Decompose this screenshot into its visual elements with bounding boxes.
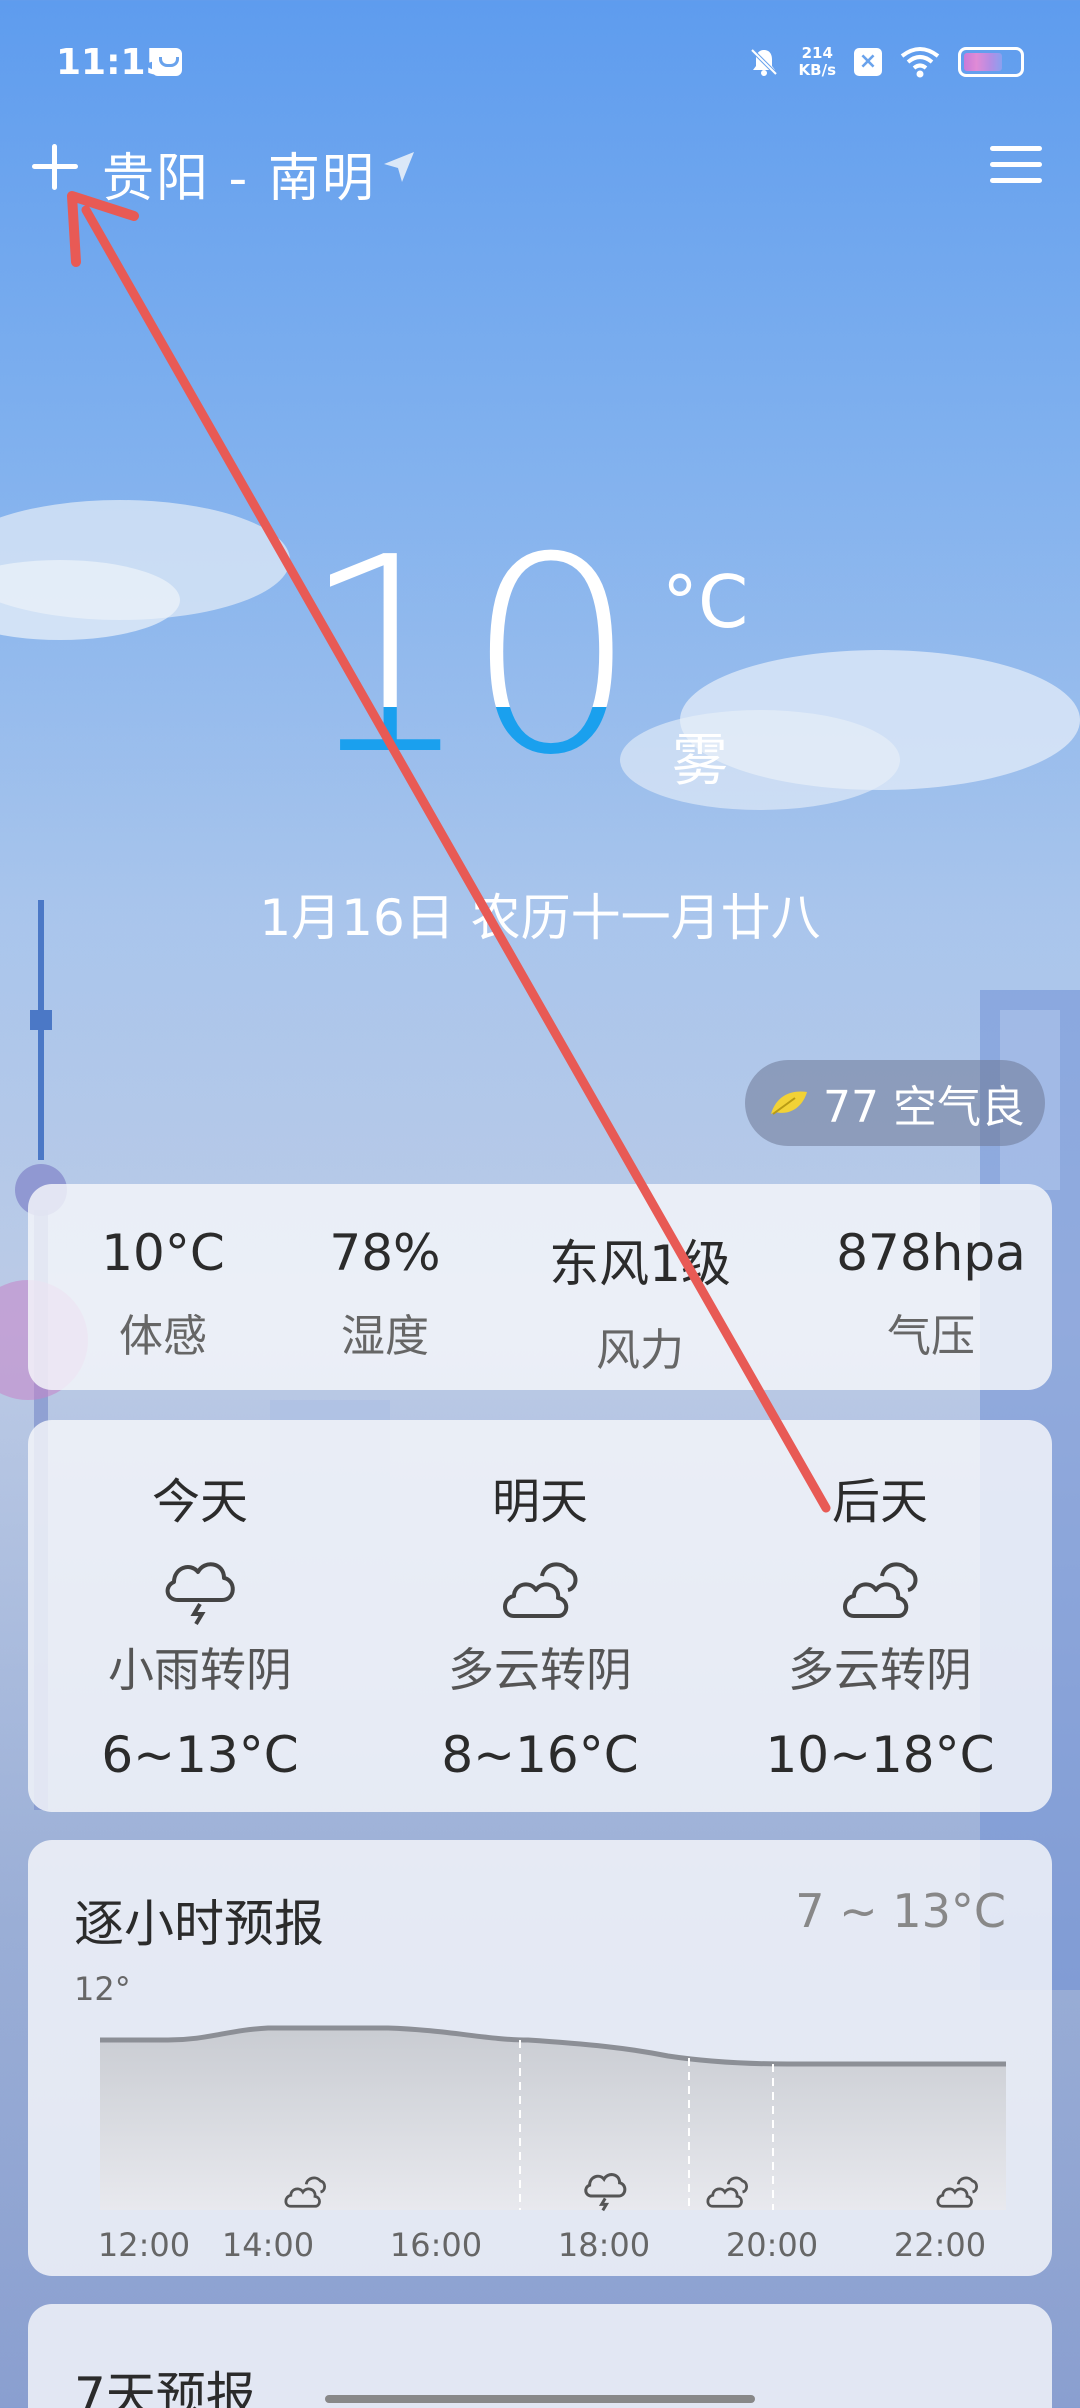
day-temp-range: 10~18°C <box>765 1726 995 1784</box>
stat-wind: 东风1级 风力 <box>515 1224 765 1378</box>
hourly-area <box>100 2028 1006 2210</box>
header: 贵阳 - 南明 <box>0 120 1080 230</box>
stat-pressure: 878hpa 气压 <box>806 1224 1056 1364</box>
hourly-temp-range: 7 ~ 13°C <box>795 1884 1006 1938</box>
seven-day-forecast-card[interactable]: 7天预报 <box>28 2304 1052 2408</box>
day-today[interactable]: 今天 小雨转阴 6~13°C <box>40 1462 360 1784</box>
hourly-title: 逐小时预报 <box>74 1895 324 1953</box>
date-lunar: 1月16日 农历十一月廿八 <box>259 889 821 947</box>
hour-label: 16:00 <box>390 2226 482 2260</box>
temperature-value: 10 <box>330 520 632 780</box>
stat-value: 东风1级 <box>549 1235 731 1293</box>
stat-feels-like: 10°C 体感 <box>38 1224 288 1364</box>
hour-label: 18:00 <box>558 2226 650 2260</box>
day-name: 明天 <box>491 1474 588 1530</box>
stat-humidity: 78% 湿度 <box>260 1224 510 1364</box>
leaf-icon <box>771 1091 807 1115</box>
hour-label: 14:00 <box>222 2226 314 2260</box>
wifi-icon <box>900 47 940 78</box>
three-day-forecast-card[interactable]: 今天 小雨转阴 6~13°C 明天 多云转阴 8~16°C 后天 多云转阴 10… <box>28 1420 1052 1812</box>
network-speed-unit: KB/s <box>798 61 836 79</box>
hourly-forecast-card[interactable]: 逐小时预报 7 ~ 13°C 12° 12:00 14:00 16:00 18:… <box>28 1840 1052 2276</box>
no-sim-icon: × <box>854 48 882 76</box>
aqi-text: 77 空气良 <box>823 1082 1025 1133</box>
hourly-max-label: 12° <box>74 1970 131 2008</box>
stat-label: 体感 <box>119 1311 207 1362</box>
hour-label: 20:00 <box>726 2226 818 2260</box>
week-title: 7天预报 <box>74 2367 256 2408</box>
menu-button[interactable] <box>990 142 1042 186</box>
current-temperature: 10 <box>300 499 650 822</box>
location-title[interactable]: 贵阳 - 南明 <box>102 136 376 211</box>
temperature-digits: 10 <box>300 499 638 814</box>
current-condition: 雾 <box>672 729 728 794</box>
stat-value: 78% <box>329 1224 441 1282</box>
add-city-button[interactable] <box>30 142 80 192</box>
stat-value: 10°C <box>101 1224 225 1282</box>
mute-bell-icon <box>750 48 777 76</box>
partly-cloudy-icon <box>503 1562 578 1618</box>
rain-cloud-icon <box>165 1562 235 1626</box>
status-bar: 11:15 214 KB/s × <box>0 0 1080 120</box>
day-name: 今天 <box>151 1474 248 1530</box>
day-temp-range: 6~13°C <box>101 1726 299 1784</box>
hourly-temperature-chart[interactable]: 12° 12:00 14:00 16:00 18:00 20:00 22:00 <box>28 1960 1052 2260</box>
day-condition: 小雨转阴 <box>108 1643 292 1697</box>
weather-stats-card: 10°C 体感 78% 湿度 东风1级 风力 878hpa 气压 <box>28 1184 1052 1390</box>
partly-cloudy-icon <box>843 1562 918 1618</box>
stat-label: 风力 <box>596 1325 684 1376</box>
day-name: 后天 <box>831 1474 928 1530</box>
network-speed: 214 KB/s <box>799 45 836 79</box>
day-condition: 多云转阴 <box>788 1643 972 1697</box>
message-notification-icon <box>152 48 182 76</box>
temperature-unit: °C <box>662 560 749 644</box>
day-condition: 多云转阴 <box>448 1643 632 1697</box>
hour-label: 12:00 <box>98 2226 190 2260</box>
battery-icon <box>958 47 1024 77</box>
day-temp-range: 8~16°C <box>441 1726 639 1784</box>
day-after-tomorrow[interactable]: 后天 多云转阴 10~18°C <box>720 1462 1040 1784</box>
stat-value: 878hpa <box>836 1224 1026 1282</box>
status-icons: 214 KB/s × <box>747 40 1024 84</box>
hour-label: 22:00 <box>894 2226 986 2260</box>
home-indicator[interactable] <box>325 2395 755 2403</box>
day-tomorrow[interactable]: 明天 多云转阴 8~16°C <box>380 1462 700 1784</box>
location-arrow-icon <box>384 152 414 182</box>
network-speed-value: 214 <box>801 44 833 62</box>
aqi-badge[interactable]: 77 空气良 <box>745 1060 1045 1146</box>
stat-label: 气压 <box>887 1311 975 1362</box>
stat-label: 湿度 <box>341 1311 429 1362</box>
battery-level <box>964 53 1002 71</box>
